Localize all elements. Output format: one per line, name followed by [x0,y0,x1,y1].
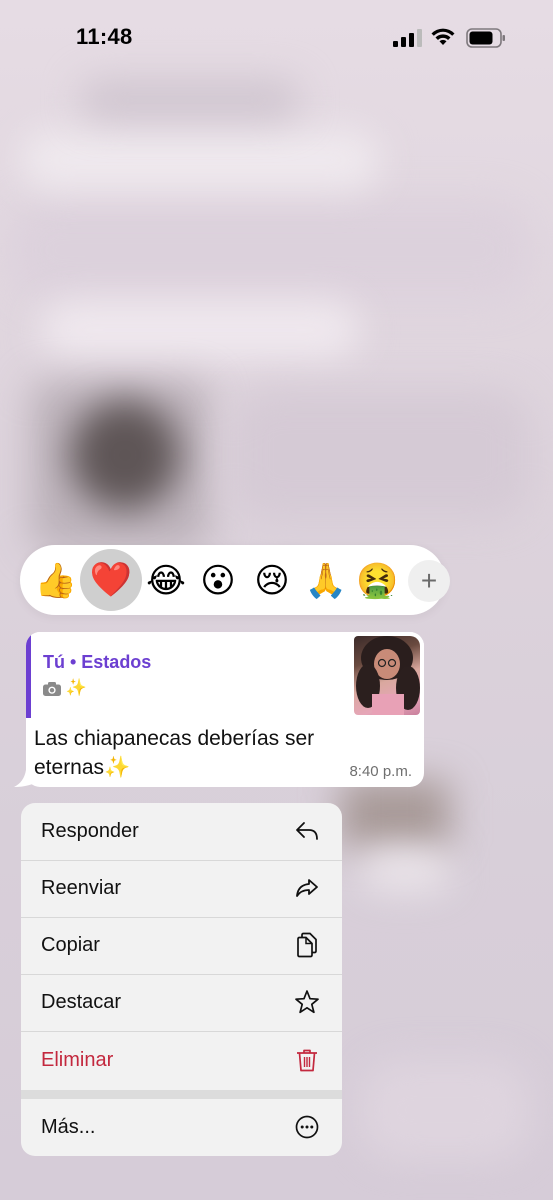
trash-icon [297,1049,317,1072]
cellular-signal-icon [393,29,422,47]
message-time: 8:40 p.m. [349,763,412,780]
reaction-thumbs-up[interactable]: 👍 [32,557,80,605]
quote-sparkles: ✨ [65,678,87,697]
wifi-icon [431,28,455,45]
context-menu: Responder Reenviar Copiar Destacar Elimi… [21,803,342,1156]
star-icon [295,990,319,1014]
reply-icon [296,822,318,840]
reaction-vomiting[interactable]: 🤮 [356,557,396,605]
message-text: Las chiapanecas deberías ser eternas✨ [34,727,315,779]
reaction-crying[interactable]: 😢 [248,557,296,605]
reaction-heart[interactable]: ❤️ [80,549,142,611]
quote-subtitle: ✨ [43,678,87,698]
menu-label: Más... [41,1116,96,1138]
more-icon [295,1115,319,1139]
quoted-status[interactable]: Tú • Estados ✨ [26,632,424,718]
forward-icon [296,879,318,897]
reaction-surprised[interactable]: 😮 [194,557,242,605]
menu-label: Copiar [41,934,100,956]
copy-icon [297,932,317,958]
menu-item-eliminar[interactable]: Eliminar [21,1032,342,1089]
quote-accent-bar [26,632,31,718]
menu-label: Responder [41,820,139,842]
more-reactions-button[interactable]: + [408,560,450,602]
camera-icon [43,681,61,696]
menu-label: Eliminar [41,1049,114,1071]
menu-label: Reenviar [41,877,122,899]
reaction-bar: 👍 ❤️ 😂 😮 😢 🙏 🤮 + [20,545,450,615]
menu-item-mas[interactable]: Más... [21,1099,342,1156]
menu-divider [21,1090,342,1099]
menu-item-reenviar[interactable]: Reenviar [21,860,342,918]
reaction-folded-hands[interactable]: 🙏 [302,557,350,605]
battery-icon [466,28,505,48]
status-time: 11:48 [76,24,133,49]
menu-item-destacar[interactable]: Destacar [21,974,342,1032]
menu-label: Destacar [41,991,122,1013]
status-thumbnail[interactable] [354,636,420,715]
status-bar: 11:48 [0,0,553,75]
menu-item-responder[interactable]: Responder [21,803,342,861]
quote-title: Tú • Estados [43,652,152,672]
message-bubble[interactable]: Tú • Estados ✨ Las chiapanecas deberías … [26,632,424,787]
menu-item-copiar[interactable]: Copiar [21,917,342,975]
reaction-tears-of-joy[interactable]: 😂 [142,557,190,605]
